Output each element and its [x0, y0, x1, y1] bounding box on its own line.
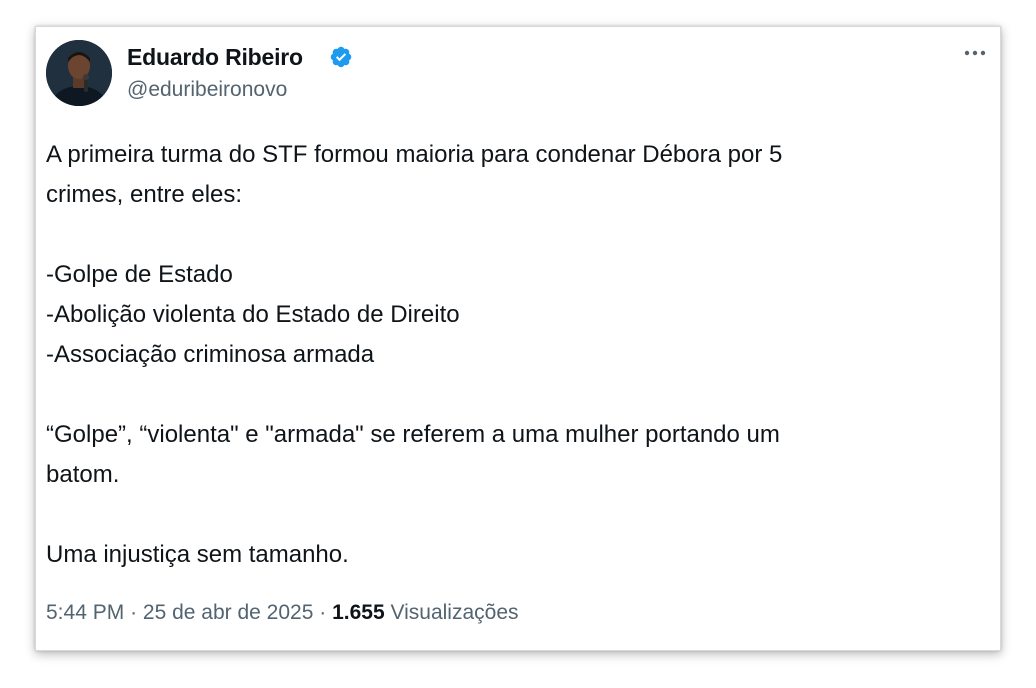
tweet-text-line: Uma injustiça sem tamanho.	[46, 541, 349, 568]
tweet-metadata: 5:44 PM · 25 de abr de 2025 · 1.655 Visu…	[46, 601, 519, 625]
author-avatar[interactable]	[46, 40, 112, 106]
views-label: Visualizações	[390, 601, 519, 624]
tweet-text: A primeira turma do STF formou maioria p…	[46, 135, 986, 575]
views-count: 1.655	[332, 601, 385, 624]
tweet-date[interactable]: 25 de abr de 2025	[143, 601, 313, 624]
tweet-text-line: crimes, entre eles:	[46, 181, 243, 208]
author-handle[interactable]: @eduribeironovo	[127, 78, 287, 102]
tweet-text-line: “Golpe”, “violenta" e "armada" se refere…	[46, 421, 780, 448]
tweet-paragraph-gap	[46, 495, 986, 535]
tweet-paragraph-gap	[46, 215, 986, 255]
verified-badge-icon	[330, 46, 352, 68]
tweet-text-line: -Associação criminosa armada	[46, 341, 375, 368]
meta-separator: ·	[319, 601, 327, 624]
avatar-photo-icon	[46, 40, 112, 106]
tweet-text-line: -Abolição violenta do Estado de Direito	[46, 301, 460, 328]
tweet-card: Eduardo Ribeiro @eduribeironovo A primei…	[35, 26, 1001, 651]
more-options-icon[interactable]	[960, 43, 990, 63]
tweet-text-line: batom.	[46, 461, 120, 488]
author-display-name[interactable]: Eduardo Ribeiro	[127, 44, 303, 71]
tweet-text-line: A primeira turma do STF formou maioria p…	[46, 141, 783, 168]
tweet-text-line: -Golpe de Estado	[46, 261, 233, 288]
meta-separator: ·	[130, 601, 138, 624]
tweet-paragraph-gap	[46, 375, 986, 415]
tweet-time[interactable]: 5:44 PM	[46, 601, 124, 624]
